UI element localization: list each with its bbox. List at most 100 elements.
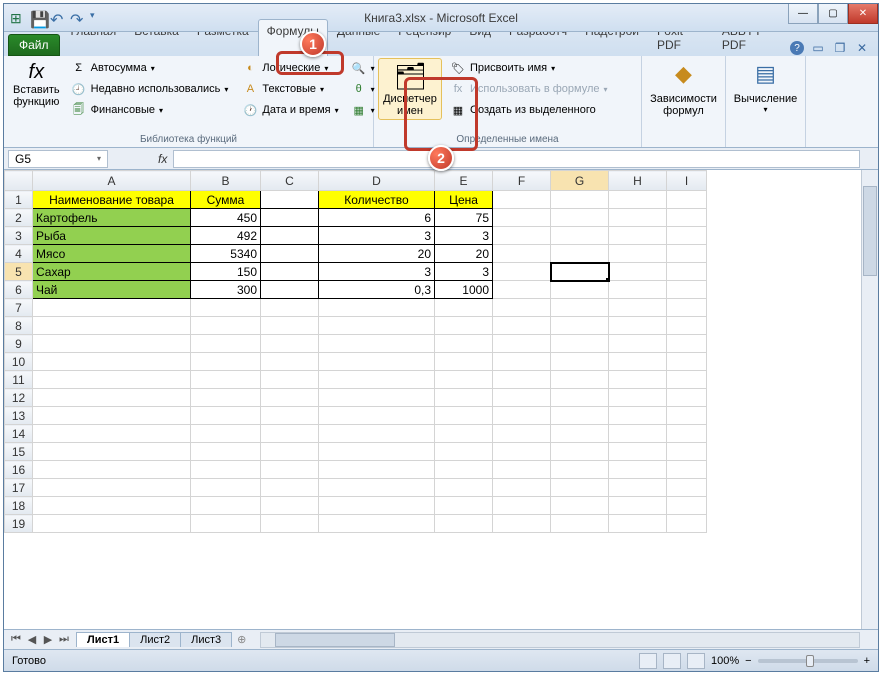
cell[interactable]	[261, 353, 319, 371]
cell[interactable]	[319, 461, 435, 479]
cell[interactable]	[609, 245, 667, 263]
cell[interactable]	[191, 425, 261, 443]
spreadsheet-grid[interactable]: ABCDEFGHI1Наименование товараСуммаКоличе…	[4, 170, 707, 533]
define-name-button[interactable]: 🏷Присвоить имя▾	[446, 58, 612, 78]
cell[interactable]	[191, 371, 261, 389]
row-header[interactable]: 11	[5, 371, 33, 389]
cell[interactable]	[319, 335, 435, 353]
cell[interactable]	[261, 389, 319, 407]
cell[interactable]	[33, 299, 191, 317]
col-header-F[interactable]: F	[493, 171, 551, 191]
view-normal-button[interactable]	[639, 653, 657, 669]
cell[interactable]	[191, 407, 261, 425]
row-header[interactable]: 17	[5, 479, 33, 497]
row-header[interactable]: 5	[5, 263, 33, 281]
autosum-button[interactable]: ΣАвтосумма▾	[67, 58, 233, 78]
name-box[interactable]: G5 ▾	[8, 150, 108, 168]
sheet-next-icon[interactable]: ▶	[40, 633, 56, 646]
cell[interactable]	[667, 227, 707, 245]
cell[interactable]	[667, 497, 707, 515]
horizontal-scrollbar[interactable]	[260, 632, 860, 648]
cell[interactable]	[493, 191, 551, 209]
cell[interactable]	[609, 443, 667, 461]
cell[interactable]	[609, 299, 667, 317]
cell[interactable]	[667, 299, 707, 317]
cell[interactable]	[435, 479, 493, 497]
cell[interactable]	[261, 227, 319, 245]
cell[interactable]	[609, 227, 667, 245]
cell[interactable]	[667, 263, 707, 281]
dependencies-button[interactable]: ◆ Зависимости формул	[645, 58, 722, 120]
cell[interactable]	[609, 389, 667, 407]
row-header[interactable]: 9	[5, 335, 33, 353]
sheet-tab[interactable]: Лист2	[129, 632, 181, 647]
cell[interactable]: 3	[319, 263, 435, 281]
cell[interactable]	[493, 389, 551, 407]
col-header-D[interactable]: D	[319, 171, 435, 191]
cell[interactable]	[493, 281, 551, 299]
close-button[interactable]: ✕	[848, 4, 878, 24]
sheet-first-icon[interactable]: ⏮	[8, 633, 24, 646]
use-in-formula-button[interactable]: fxИспользовать в формуле▾	[446, 79, 612, 99]
cell[interactable]	[191, 461, 261, 479]
new-sheet-icon[interactable]: ⊕	[231, 633, 252, 646]
cell[interactable]	[667, 317, 707, 335]
cell[interactable]: Чай	[33, 281, 191, 299]
cell[interactable]: 20	[319, 245, 435, 263]
cell[interactable]	[493, 299, 551, 317]
cell[interactable]	[191, 353, 261, 371]
cell[interactable]	[319, 317, 435, 335]
cell[interactable]	[191, 443, 261, 461]
insert-function-button[interactable]: fx Вставить функцию	[8, 58, 65, 111]
cell[interactable]	[191, 497, 261, 515]
cell[interactable]	[493, 353, 551, 371]
sheet-last-icon[interactable]: ⏭	[56, 633, 72, 646]
cell[interactable]	[609, 335, 667, 353]
cell[interactable]: Мясо	[33, 245, 191, 263]
cell[interactable]	[667, 335, 707, 353]
cell[interactable]: Сумма	[191, 191, 261, 209]
cell[interactable]	[493, 245, 551, 263]
cell[interactable]	[609, 281, 667, 299]
cell[interactable]	[609, 353, 667, 371]
cell[interactable]	[319, 443, 435, 461]
cell[interactable]	[551, 209, 609, 227]
cell[interactable]: Цена	[435, 191, 493, 209]
cell[interactable]	[33, 407, 191, 425]
cell[interactable]	[435, 299, 493, 317]
cell[interactable]: Картофель	[33, 209, 191, 227]
cell[interactable]: 75	[435, 209, 493, 227]
cell[interactable]	[551, 479, 609, 497]
sheet-tab[interactable]: Лист1	[76, 632, 130, 647]
cell[interactable]	[609, 209, 667, 227]
redo-icon[interactable]: ↷	[70, 10, 86, 26]
col-header-H[interactable]: H	[609, 171, 667, 191]
cell[interactable]	[551, 263, 609, 281]
cell[interactable]	[319, 425, 435, 443]
maximize-button[interactable]: ▢	[818, 4, 848, 24]
cell[interactable]	[191, 335, 261, 353]
cell[interactable]	[319, 407, 435, 425]
cell[interactable]	[609, 371, 667, 389]
cell[interactable]	[493, 497, 551, 515]
cell[interactable]	[551, 425, 609, 443]
cell[interactable]	[609, 515, 667, 533]
help-icon[interactable]: ?	[790, 41, 804, 55]
row-header[interactable]: 18	[5, 497, 33, 515]
vertical-scrollbar[interactable]	[861, 170, 878, 629]
cell[interactable]	[261, 281, 319, 299]
formula-input[interactable]	[173, 150, 860, 168]
cell[interactable]	[191, 299, 261, 317]
row-header[interactable]: 16	[5, 461, 33, 479]
row-header[interactable]: 7	[5, 299, 33, 317]
cell[interactable]	[551, 497, 609, 515]
row-header[interactable]: 2	[5, 209, 33, 227]
cell[interactable]	[609, 497, 667, 515]
cell[interactable]	[33, 443, 191, 461]
cell[interactable]	[261, 479, 319, 497]
cell[interactable]	[551, 245, 609, 263]
row-header[interactable]: 1	[5, 191, 33, 209]
cell[interactable]	[435, 371, 493, 389]
cell[interactable]	[667, 353, 707, 371]
cell[interactable]	[33, 335, 191, 353]
